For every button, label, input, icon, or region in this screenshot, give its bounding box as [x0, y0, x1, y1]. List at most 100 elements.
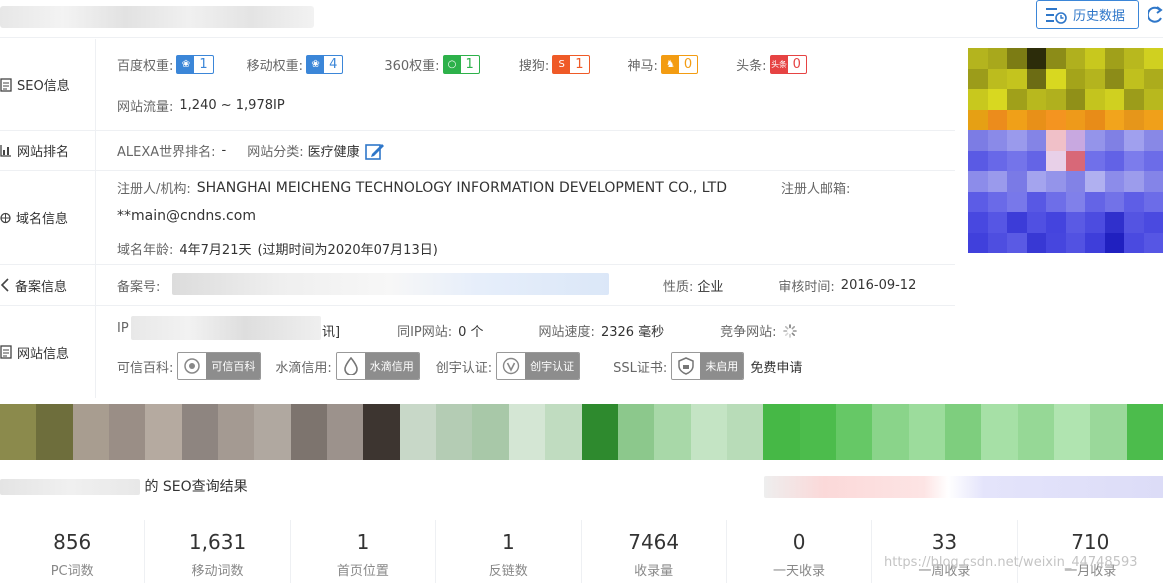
- ssl-key: SSL证书:: [613, 360, 668, 376]
- registrant-email-key: 注册人邮箱:: [781, 182, 851, 197]
- category-key: 网站分类:: [247, 145, 304, 160]
- top-bar: 历史数据: [0, 0, 1163, 38]
- shenma-weight-badge[interactable]: ♞ 0: [660, 55, 699, 74]
- shuidi-badge[interactable]: 水滴信用: [335, 352, 420, 380]
- chevron-left-icon[interactable]: [0, 278, 10, 292]
- icp-nature-key: 性质:: [663, 280, 694, 295]
- baidu-weight-badge[interactable]: ❀ 1: [176, 55, 214, 74]
- q360-weight-value: 1: [465, 57, 474, 72]
- blurred-banner: [0, 404, 1163, 460]
- ip-line: IP: [117, 321, 129, 336]
- speed-value: 2326 毫秒: [600, 325, 665, 340]
- traffic-line: 网站流量: 1,240 ~ 1,978IP: [117, 96, 285, 115]
- site-thumbnail: [968, 48, 1163, 253]
- stat-mobile-keywords[interactable]: 1,631 移动词数: [145, 520, 291, 583]
- document-icon: [0, 345, 12, 359]
- domain-expire-value: (过期时间为2020年07月13日): [257, 243, 438, 258]
- certification-line: 可信百科: 可信百科 水滴信用: 水滴信用 创宇认证: 创宇认证 SSL证书: …: [117, 352, 802, 380]
- icp-info-row: 备案信息 备案号: 性质: 企业 审核时间: 2016-09-12: [0, 265, 955, 306]
- sogou-weight-badge[interactable]: S1: [552, 55, 590, 74]
- shuidi-key: 水滴信用:: [275, 360, 332, 376]
- domain-info-title: 域名信息: [16, 212, 69, 227]
- site-ranking-title: 网站排名: [17, 145, 70, 160]
- stat-indexed[interactable]: 7464 收录量: [582, 520, 727, 583]
- blurred-action-buttons: [764, 476, 1163, 498]
- site-info-label: 网站信息: [0, 306, 96, 398]
- verified-v-icon: [502, 357, 520, 375]
- water-drop-icon: [343, 357, 358, 375]
- icp-number-key: 备案号:: [117, 280, 161, 295]
- toutiao-icon: 头条: [770, 56, 788, 73]
- ssl-apply-link[interactable]: 免费申请: [750, 357, 802, 376]
- email-line: **main@cndns.com: [117, 208, 256, 224]
- globe-icon: [0, 212, 11, 223]
- sogou-icon: S: [553, 56, 571, 73]
- mobile-weight-value: 4: [329, 57, 338, 72]
- edit-icon[interactable]: [364, 142, 385, 160]
- toutiao-weight-badge[interactable]: 头条 0: [769, 55, 807, 74]
- registrant-email-value: **main@cndns.com: [117, 208, 256, 224]
- category-value: 医疗健康: [307, 145, 360, 160]
- icp-info-label: 备案信息: [0, 265, 96, 305]
- stats-bar: 856 PC词数 1,631 移动词数 1 首页位置 1 反链数 7464 收录量 0 一天…: [0, 520, 1163, 583]
- history-data-label: 历史数据: [1073, 9, 1126, 24]
- blurred-icp-number: [172, 273, 609, 295]
- registrant-line: 注册人/机构: SHANGHAI MEICHENG TECHNOLOGY INF…: [117, 178, 851, 198]
- site-ranking-label: 网站排名: [0, 131, 96, 170]
- alexa-rank-value: -: [221, 143, 227, 158]
- blurred-domain: [0, 479, 140, 495]
- bar-chart-icon: [0, 145, 11, 157]
- icp-meta-line: 性质: 企业 审核时间: 2016-09-12: [663, 276, 916, 295]
- q360-weight-key: 360权重:: [384, 59, 440, 74]
- stat-indexed-month[interactable]: 710 一月收录: [1018, 520, 1163, 583]
- icp-line: 备案号:: [117, 276, 160, 295]
- domain-info-label: 域名信息: [0, 171, 96, 264]
- chuangyu-key: 创宇认证:: [435, 360, 493, 376]
- paw-icon: ❀: [307, 56, 325, 73]
- refresh-icon[interactable]: [1148, 6, 1163, 24]
- ssl-badge[interactable]: 未启用: [671, 352, 745, 380]
- history-icon: [1046, 7, 1067, 24]
- shenma-weight-value: 0: [683, 57, 693, 72]
- icp-info-title: 备案信息: [15, 279, 68, 295]
- seo-info-label: SEO信息: [0, 39, 96, 130]
- chuangyu-badge[interactable]: 创宇认证: [496, 352, 581, 380]
- weight-line: 百度权重: ❀ 1 移动权重: ❀ 4 360权重: ○ 1 搜狗: S1 神马: ♞…: [117, 55, 807, 74]
- blurred-ip-address: [131, 316, 321, 340]
- icp-audit-value: 2016-09-12: [840, 278, 917, 293]
- sogou-weight-value: 1: [575, 57, 584, 72]
- registrant-value: SHANGHAI MEICHENG TECHNOLOGY INFORMATION…: [196, 179, 727, 196]
- site-info-title: 网站信息: [17, 346, 70, 362]
- domain-age-value: 4年7月21天: [179, 243, 252, 258]
- loading-spinner-icon: [782, 323, 797, 338]
- sogou-weight-key: 搜狗:: [518, 59, 550, 74]
- kexin-badge[interactable]: 可信百科: [177, 352, 262, 380]
- icp-audit-key: 审核时间:: [778, 280, 835, 295]
- toutiao-weight-key: 头条:: [736, 59, 767, 74]
- query-result-line: 的 SEO查询结果: [0, 476, 248, 496]
- site-info-row: 网站信息 IP 讯] 同IP网站: 0 个 网站速度: 2326 毫秒 竞争网站…: [0, 306, 955, 398]
- stat-pc-keywords[interactable]: 856 PC词数: [0, 520, 146, 583]
- mobile-weight-key: 移动权重:: [246, 59, 304, 74]
- same-ip-value: 0 个: [458, 325, 484, 340]
- traffic-value: 1,240 ~ 1,978IP: [179, 98, 285, 113]
- mobile-weight-badge[interactable]: ❀ 4: [306, 55, 344, 74]
- site-ranking-row: 网站排名 ALEXA世界排名: - 网站分类: 医疗健康: [0, 131, 955, 171]
- stat-homepage-position[interactable]: 1 首页位置: [291, 520, 437, 583]
- domain-info-row: 域名信息 注册人/机构: SHANGHAI MEICHENG TECHNOLOG…: [0, 171, 955, 265]
- stat-backlinks[interactable]: 1 反链数: [436, 520, 582, 583]
- q360-weight-badge[interactable]: ○ 1: [442, 55, 480, 74]
- shenma-weight-key: 神马:: [627, 59, 658, 74]
- stat-indexed-week[interactable]: 33 一周收录: [872, 520, 1018, 583]
- speed-key: 网站速度:: [538, 325, 595, 340]
- same-ip-key: 同IP网站:: [397, 325, 453, 340]
- seo-info-row: SEO信息 百度权重: ❀ 1 移动权重: ❀ 4 360权重: ○ 1 搜狗: S1…: [0, 39, 955, 131]
- seo-info-title: SEO信息: [17, 79, 70, 94]
- history-data-button[interactable]: 历史数据: [1036, 0, 1139, 29]
- ip-meta-line: 讯] 同IP网站: 0 个 网站速度: 2326 毫秒 竞争网站:: [322, 321, 797, 340]
- domain-age-line: 域名年龄: 4年7月21天 (过期时间为2020年07月13日): [117, 239, 438, 258]
- stat-indexed-day[interactable]: 0 一天收录: [727, 520, 873, 583]
- domain-age-key: 域名年龄:: [117, 243, 174, 258]
- icp-nature-value: 企业: [697, 280, 724, 295]
- ip-tail: 讯]: [322, 325, 341, 340]
